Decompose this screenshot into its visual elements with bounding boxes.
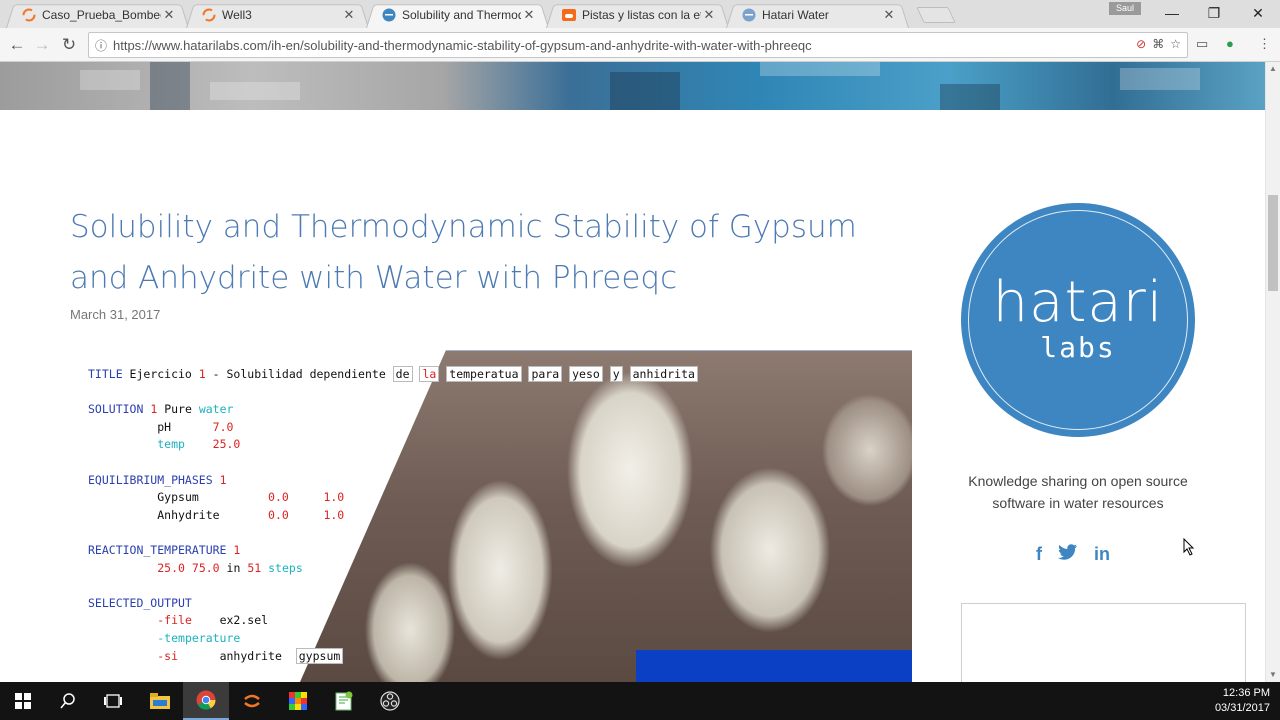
soundcloud-icon xyxy=(562,8,576,22)
browser-toolbar: ← → ↻ ⓘ https://www.hatarilabs.com/ih-en… xyxy=(0,28,1280,62)
url-text: https://www.hatarilabs.com/ih-en/solubil… xyxy=(113,37,812,53)
tab-solubility[interactable]: Solubility and Thermody ✕ xyxy=(366,2,549,28)
system-clock[interactable]: 12:36 PM 03/31/2017 xyxy=(1215,686,1270,716)
notepad-plus-icon[interactable] xyxy=(321,682,367,720)
new-tab-button[interactable] xyxy=(916,7,956,23)
hatari-icon xyxy=(742,8,756,22)
social-links: f in xyxy=(1036,544,1110,565)
close-window-icon[interactable]: ✕ xyxy=(1236,0,1280,26)
tab-pistas[interactable]: Pistas y listas con la etiq ✕ xyxy=(546,2,729,28)
rubik-app-icon[interactable] xyxy=(275,682,321,720)
close-icon[interactable]: ✕ xyxy=(881,7,897,23)
tab-title: Caso_Prueba_Bombeo/P xyxy=(42,8,161,22)
tab-well3[interactable]: Well3 ✕ xyxy=(186,2,369,28)
scrollbar-thumb[interactable] xyxy=(1268,195,1278,291)
forward-icon[interactable]: → xyxy=(31,34,53,56)
facebook-icon[interactable]: f xyxy=(1036,544,1042,565)
tab-title: Solubility and Thermody xyxy=(402,8,521,22)
sidebar-widget-box xyxy=(961,603,1246,682)
scroll-up-icon[interactable]: ▲ xyxy=(1266,62,1280,76)
tab-title: Hatari Water xyxy=(762,8,829,22)
site-tagline: Knowledge sharing on open source softwar… xyxy=(968,473,1188,511)
post-date: March 31, 2017 xyxy=(70,307,161,322)
scroll-down-icon[interactable]: ▼ xyxy=(1266,668,1280,682)
chrome-icon[interactable] xyxy=(183,682,229,720)
tab-hatari-water[interactable]: Hatari Water ✕ xyxy=(726,2,909,28)
tab-strip: Caso_Prueba_Bombeo/P ✕ Well3 ✕ Solubilit… xyxy=(0,0,1280,28)
user-profile-chip[interactable]: Saul xyxy=(1109,2,1141,15)
menu-icon[interactable]: ⋮ xyxy=(1258,36,1271,52)
linkedin-icon[interactable]: in xyxy=(1094,544,1110,565)
header-banner-image xyxy=(0,62,1265,110)
search-icon[interactable] xyxy=(45,682,91,720)
close-icon[interactable]: ✕ xyxy=(161,7,177,23)
close-icon[interactable]: ✕ xyxy=(521,7,537,23)
back-icon[interactable]: ← xyxy=(6,34,28,56)
windows-start-icon[interactable] xyxy=(0,682,46,720)
info-icon[interactable]: ⓘ xyxy=(89,37,113,54)
close-icon[interactable]: ✕ xyxy=(341,7,357,23)
obs-icon[interactable] xyxy=(367,682,413,720)
tab-caso-prueba[interactable]: Caso_Prueba_Bombeo/P ✕ xyxy=(6,2,189,28)
phreeqc-code-snippet: TITLE Ejercicio 1 - Solubilidad dependie… xyxy=(88,366,698,665)
minimize-icon[interactable]: — xyxy=(1150,0,1194,26)
tab-title: Pistas y listas con la etiq xyxy=(582,8,701,22)
address-bar[interactable]: ⓘ https://www.hatarilabs.com/ih-en/solub… xyxy=(88,32,1188,58)
file-explorer-icon[interactable] xyxy=(137,682,183,720)
translate-icon[interactable]: ⌘ xyxy=(1152,37,1164,51)
twitter-icon[interactable] xyxy=(1058,544,1078,565)
close-icon[interactable]: ✕ xyxy=(701,7,717,23)
jupyter-icon[interactable] xyxy=(229,682,275,720)
web-page: Solubility and Thermodynamic Stability o… xyxy=(0,62,1265,682)
hatari-icon xyxy=(382,8,396,22)
task-view-icon[interactable] xyxy=(90,682,136,720)
restore-icon[interactable]: ❐ xyxy=(1192,0,1236,26)
post-title[interactable]: Solubility and Thermodynamic Stability o… xyxy=(70,202,890,304)
mouse-cursor-icon xyxy=(1183,538,1195,556)
tab-title: Well3 xyxy=(222,8,252,22)
blocked-icon[interactable]: ⊘ xyxy=(1136,37,1146,51)
page-scrollbar[interactable]: ▲ ▼ xyxy=(1265,62,1280,682)
cast-icon[interactable]: ▭ xyxy=(1196,36,1208,52)
extension-icon[interactable]: ● xyxy=(1226,36,1234,51)
jupyter-icon xyxy=(22,8,36,22)
hatari-labs-logo[interactable]: hatari labs xyxy=(961,203,1195,437)
jupyter-icon xyxy=(202,8,216,22)
windows-taskbar: 12:36 PM 03/31/2017 xyxy=(0,682,1280,720)
bookmark-star-icon[interactable]: ☆ xyxy=(1170,37,1181,51)
reload-icon[interactable]: ↻ xyxy=(58,34,80,56)
post-featured-image: TITLE Ejercicio 1 - Solubilidad dependie… xyxy=(70,350,912,682)
